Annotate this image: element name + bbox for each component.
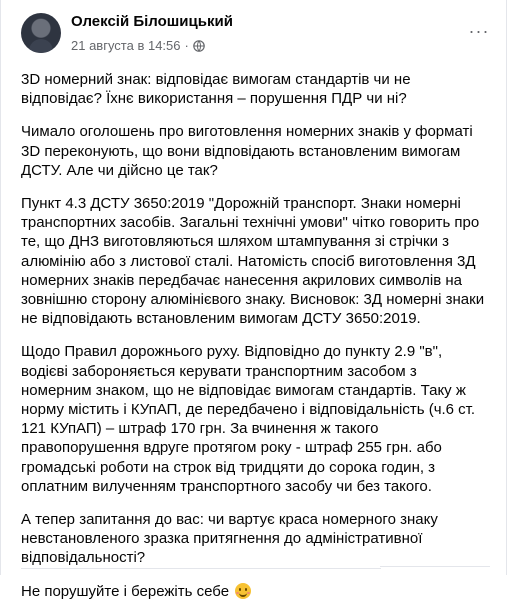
facebook-post: Олексій Білошицький 21 августа в 14:56 ·… [0,0,507,600]
globe-icon [193,39,205,52]
post-header: Олексій Білошицький 21 августа в 14:56 ·… [1,0,507,68]
author-avatar[interactable] [21,13,61,53]
post-paragraph: 3D номерний знак: відповідає вимогам ста… [21,71,411,108]
author-name[interactable]: Олексій Білошицький [71,13,233,30]
post-timestamp[interactable]: 21 августа в 14:56 [71,38,181,53]
post-body: 3D номерний знак: відповідає вимогам ста… [21,70,491,615]
post-paragraph: А тепер запитання до вас: чи вартує крас… [21,511,438,567]
more-options-icon[interactable]: ··· [466,18,492,44]
post-closing-text: Не порушуйте і бережіть себе [21,582,230,600]
post-paragraph: Щодо Правил дорожнього руху. Відповідно … [21,343,476,495]
post-meta: 21 августа в 14:56 · [71,38,205,53]
post-paragraph: Пункт 4.3 ДСТУ 3650:2019 "Дорожній транс… [21,195,485,328]
post-paragraph-last: Не порушуйте і бережіть себе [21,582,491,601]
smiling-blush-emoji-icon [235,582,252,599]
meta-separator: · [184,38,189,53]
post-paragraph: Чимало оголошень про виготовлення номерн… [21,123,473,179]
